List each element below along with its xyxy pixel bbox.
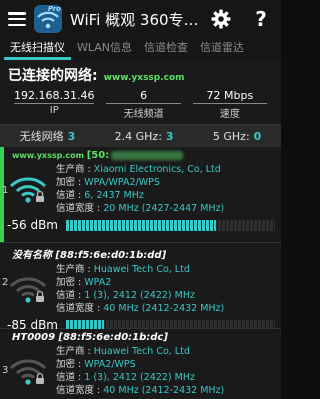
bandwidth-row: 信道宽度 : 40 MHz (2412-2432 MHz) [56,384,275,397]
total-networks: 无线网络 3 [20,128,76,144]
settings-gear-icon[interactable] [209,7,233,31]
wifi-locked-icon [0,163,56,215]
bandwidth-row: 信道宽度 : 40 MHz (2412-2432 MHz) [56,302,275,315]
vendor-row: 生产商 : Huawei Tech Co, Ltd [56,345,275,358]
app-title: WiFi 概观 360专… [70,10,199,29]
channel-value: 1 (3), 2412 (2422) MHz [84,372,195,383]
speed-label: 速度 [219,109,240,120]
total-networks-label: 无线网络 [19,130,64,143]
channel-value: 6 [106,89,181,104]
channel-label: 信道 : [56,372,82,383]
tab-channel-check[interactable]: 信道检查 [138,39,194,60]
channel-value: 1 (3), 2412 (2422) MHz [84,290,195,301]
encryption-label: 加密 : [56,177,82,188]
tab-wlan-info[interactable]: WLAN信息 [71,39,138,60]
encryption-row: 加密 : WPA2 [56,276,275,289]
bandwidth-row: 信道宽度 : 20 MHz (2427-2447 MHz) [56,202,275,215]
network-list-item[interactable]: 1 www.yxssp.com [50: 生产商 : Xiaomi Electr… [0,147,281,243]
connected-ssid: www.yxssp.com [103,73,185,83]
vendor-value: Huawei Tech Co, Ltd [93,346,190,357]
hamburger-menu-icon[interactable] [8,12,26,26]
network-list-item[interactable]: 3 HT0009 [88:f5:6e:d0:1b:dc] 生产商 : Huawe… [0,329,281,399]
network-mac: [88:f5:6e:d0:1b:dd] [55,250,167,261]
redacted-mac [111,151,184,160]
connected-title: 已连接的网络: [8,68,98,84]
tab-wifi-scanner[interactable]: 无线扫描仪 [4,39,71,60]
band-24-value: 3 [165,129,174,143]
signal-strength-bar [66,219,275,231]
bandwidth-value: 40 MHz (2412-2432 MHz) [103,385,225,396]
network-list-item[interactable]: 2 没有名称 [88:f5:6e:d0:1b:dd] 生产商 : Huawei … [0,243,281,332]
bandwidth-value: 40 MHz (2412-2432 MHz) [103,303,225,314]
signal-fill [66,219,217,231]
encryption-value: WPA2/WPS [84,359,136,370]
help-icon[interactable]: ? [249,7,273,31]
signal-dbm: -56 dBm [7,218,58,232]
wifi-locked-icon [0,263,56,315]
speed-field: 72 Mbps 速度 [187,89,273,120]
vendor-row: 生产商 : Xiaomi Electronics, Co, Ltd [56,163,275,176]
encryption-value: WPA/WPA2/WPS [84,177,160,188]
app-logo-icon: Pro [34,5,62,33]
tab-channel-radar[interactable]: 信道雷达 [194,39,250,60]
band-5-count: 5 GHz: 0 [213,130,261,143]
signal-row: -56 dBm [0,218,275,232]
vendor-row: 生产商 : Huawei Tech Co, Ltd [56,263,275,276]
network-mac: [88:f5:6e:d0:1b:dc] [58,332,168,343]
vendor-label: 生产商 : [56,346,91,357]
band-5-label: 5 GHz: [212,129,250,143]
channel-row: 信道 : 6, 2437 MHz [56,189,275,202]
channel-label: 信道 : [56,190,82,201]
total-networks-count: 3 [67,130,76,143]
bandwidth-label: 信道宽度 : [56,303,101,314]
vendor-label: 生产商 : [56,164,91,175]
speed-value: 72 Mbps [192,89,268,104]
channel-field: 6 无线频道 [100,89,186,120]
channel-value: 6, 2437 MHz [84,190,144,201]
ip-field: 192.168.31.46 IP [8,89,100,120]
encryption-row: 加密 : WPA2/WPS [56,358,275,371]
encryption-row: 加密 : WPA/WPA2/WPS [56,176,275,189]
band-24-label: 2.4 GHz: [114,129,162,143]
app-bar: Pro WiFi 概观 360专… ? [0,0,281,38]
network-ssid: www.yxssp.com [50: [12,150,275,161]
network-summary-bar: 无线网络 3 2.4 GHz: 3 5 GHz: 0 [0,125,281,147]
vendor-value: Huawei Tech Co, Ltd [93,264,190,275]
encryption-label: 加密 : [56,359,82,370]
channel-row: 信道 : 1 (3), 2412 (2422) MHz [56,289,275,302]
encryption-label: 加密 : [56,277,82,288]
channel-row: 信道 : 1 (3), 2412 (2422) MHz [56,371,275,384]
encryption-value: WPA2 [84,277,112,288]
network-ssid-text: HT0009 [12,332,56,343]
channel-label: 信道 : [56,290,82,301]
bandwidth-label: 信道宽度 : [56,203,101,214]
network-ssid: HT0009 [88:f5:6e:d0:1b:dc] [12,332,275,343]
network-ssid-text: 没有名称 [12,250,52,261]
vendor-value: Xiaomi Electronics, Co, Ltd [93,164,221,175]
pro-badge: Pro [47,5,61,13]
band-24-count: 2.4 GHz: 3 [115,130,174,143]
channel-label: 无线频道 [123,109,164,120]
network-mac: [50: [86,150,110,161]
network-ssid-text: www.yxssp.com [12,151,84,160]
connected-network-panel: 已连接的网络: www.yxssp.com 192.168.31.46 IP 6… [0,60,281,125]
wifi-locked-icon [0,345,56,397]
ip-value: 192.168.31.46 [14,89,95,104]
network-ssid: 没有名称 [88:f5:6e:d0:1b:dd] [12,246,275,261]
ip-label: IP [49,105,59,116]
vendor-label: 生产商 : [56,264,91,275]
tab-bar: 无线扫描仪 WLAN信息 信道检查 信道雷达 [0,38,281,60]
bandwidth-value: 20 MHz (2427-2447 MHz) [103,203,225,214]
bandwidth-label: 信道宽度 : [56,385,101,396]
band-5-value: 0 [253,129,262,143]
